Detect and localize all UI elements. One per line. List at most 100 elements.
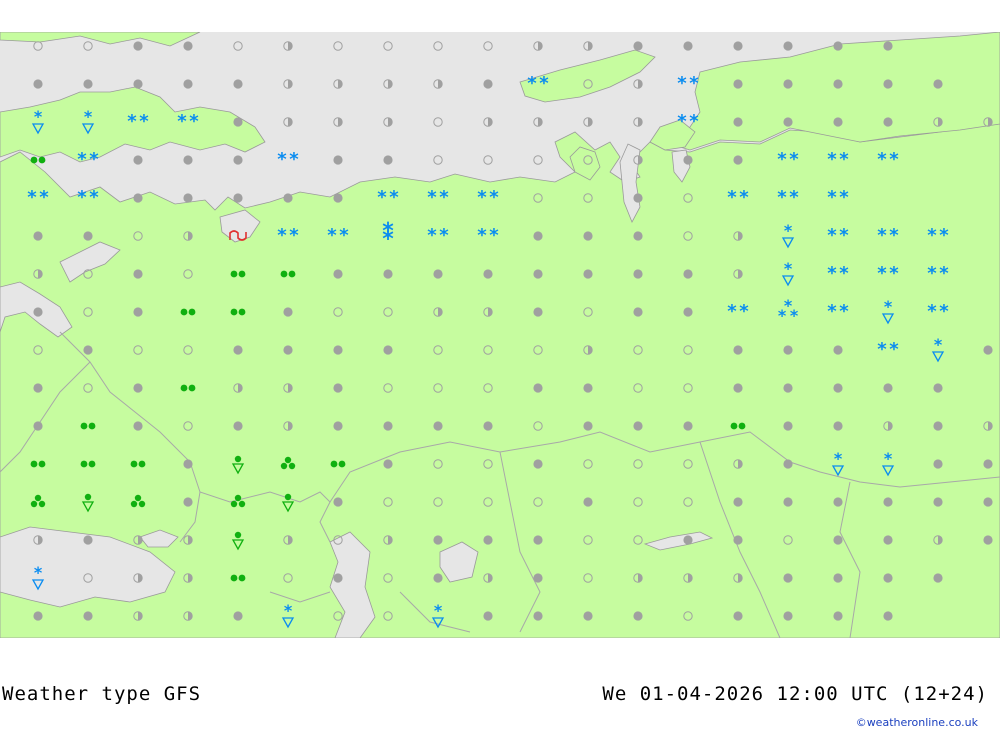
svg-text:*: * [839, 263, 849, 284]
overcast-icon [583, 611, 593, 621]
overcast-icon [833, 79, 843, 89]
svg-text:*: * [439, 187, 449, 208]
overcast-icon [283, 345, 293, 355]
overcast-icon [183, 155, 193, 165]
overcast-icon [683, 41, 693, 51]
svg-text:*: * [934, 335, 943, 354]
overcast-icon [833, 41, 843, 51]
svg-text:*: * [84, 107, 93, 126]
overcast-icon [633, 307, 643, 317]
overcast-icon [383, 155, 393, 165]
overcast-icon [183, 41, 193, 51]
svg-text:*: * [777, 187, 787, 208]
svg-text:*: * [539, 73, 549, 94]
forecast-datetime: We 01-04-2026 12:00 UTC (12+24) [602, 683, 988, 705]
svg-text:*: * [889, 339, 899, 360]
overcast-icon [833, 117, 843, 127]
overcast-icon [683, 155, 693, 165]
overcast-icon [433, 421, 443, 431]
svg-text:*: * [877, 225, 887, 246]
overcast-icon [933, 573, 943, 583]
overcast-icon [533, 611, 543, 621]
svg-text:*: * [790, 306, 799, 325]
svg-text:*: * [827, 149, 837, 170]
overcast-icon [983, 535, 993, 545]
overcast-icon [833, 535, 843, 545]
overcast-icon [33, 611, 43, 621]
svg-text:*: * [839, 149, 849, 170]
overcast-icon [983, 497, 993, 507]
overcast-icon [133, 269, 143, 279]
overcast-icon [783, 459, 793, 469]
svg-text:*: * [839, 225, 849, 246]
overcast-icon [833, 383, 843, 393]
overcast-icon [583, 383, 593, 393]
credit-link[interactable]: ©weatheronline.co.uk [856, 716, 978, 729]
svg-text:*: * [927, 225, 937, 246]
overcast-icon [333, 497, 343, 507]
overcast-icon [133, 41, 143, 51]
overcast-icon [183, 79, 193, 89]
overcast-icon [783, 345, 793, 355]
overcast-icon [733, 155, 743, 165]
overcast-icon [333, 383, 343, 393]
overcast-icon [633, 611, 643, 621]
svg-text:*: * [89, 149, 99, 170]
svg-text:*: * [739, 187, 749, 208]
overcast-icon [533, 307, 543, 317]
overcast-icon [883, 41, 893, 51]
svg-text:*: * [77, 149, 87, 170]
overcast-icon [333, 193, 343, 203]
svg-text:*: * [889, 225, 899, 246]
svg-text:*: * [39, 187, 49, 208]
overcast-icon [883, 383, 893, 393]
overcast-icon [683, 269, 693, 279]
overcast-icon [183, 193, 193, 203]
overcast-icon [83, 611, 93, 621]
overcast-icon [733, 383, 743, 393]
svg-text:*: * [427, 187, 437, 208]
overcast-icon [733, 497, 743, 507]
overcast-icon [733, 117, 743, 127]
overcast-icon [233, 79, 243, 89]
overcast-icon [783, 497, 793, 507]
svg-text:*: * [778, 306, 787, 325]
svg-text:*: * [127, 111, 137, 132]
svg-text:*: * [289, 225, 299, 246]
overcast-icon [533, 231, 543, 241]
svg-text:*: * [477, 187, 487, 208]
overcast-icon [533, 459, 543, 469]
overcast-icon [333, 345, 343, 355]
svg-text:*: * [27, 187, 37, 208]
overcast-icon [733, 41, 743, 51]
overcast-icon [383, 421, 393, 431]
overcast-icon [983, 345, 993, 355]
overcast-icon [783, 383, 793, 393]
overcast-icon [633, 231, 643, 241]
overcast-icon [783, 611, 793, 621]
overcast-icon [483, 79, 493, 89]
overcast-icon [433, 269, 443, 279]
overcast-icon [483, 269, 493, 279]
overcast-icon [283, 193, 293, 203]
svg-text:*: * [889, 263, 899, 284]
overcast-icon [883, 535, 893, 545]
overcast-icon [533, 535, 543, 545]
svg-text:*: * [827, 225, 837, 246]
overcast-icon [933, 383, 943, 393]
weather-map: * * * ** * * * * * * ** * * * * * * * * ** * * * * * * * * * * * * * * ** *… [0, 32, 1000, 638]
svg-text:*: * [884, 297, 893, 316]
overcast-icon [33, 307, 43, 317]
overcast-icon [133, 307, 143, 317]
overcast-icon [633, 269, 643, 279]
overcast-icon [783, 573, 793, 583]
overcast-icon [83, 345, 93, 355]
overcast-icon [583, 269, 593, 279]
overcast-icon [233, 611, 243, 621]
overcast-icon [533, 573, 543, 583]
snow-storm-icon: ** [382, 219, 394, 252]
svg-text:*: * [677, 73, 687, 94]
overcast-icon [83, 231, 93, 241]
overcast-icon [833, 345, 843, 355]
overcast-icon [633, 41, 643, 51]
